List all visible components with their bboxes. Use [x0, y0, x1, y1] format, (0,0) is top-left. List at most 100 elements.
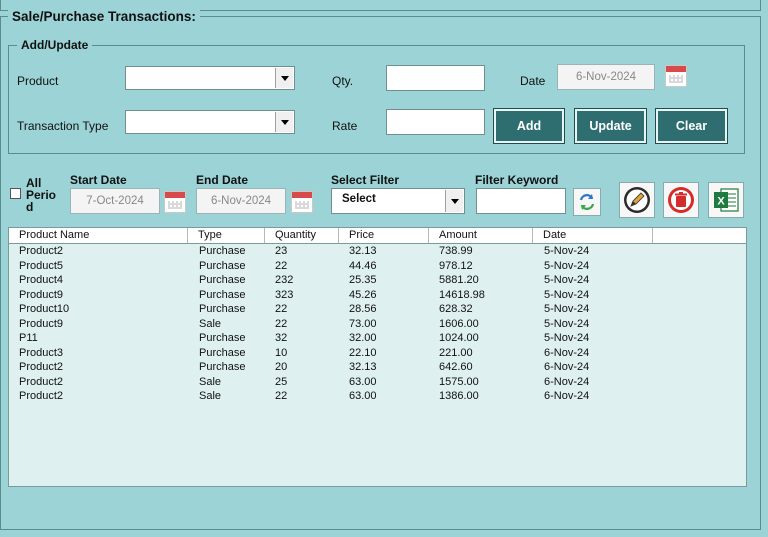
refresh-icon [579, 194, 595, 210]
table-cell: 628.32 [439, 303, 473, 315]
refresh-button[interactable] [573, 188, 601, 216]
end-date-label: End Date [196, 173, 249, 187]
table-cell: Purchase [199, 288, 246, 301]
table-cell: 232 [275, 274, 294, 286]
table-cell: 22 [275, 317, 288, 330]
table-row[interactable]: Product2 Purchase 23 32.13 738.99 5-Nov-24 [9, 244, 746, 259]
table-cell: 1575.00 [439, 375, 479, 388]
table-cell: 14618.98 [439, 288, 485, 301]
table-cell: Purchase [199, 245, 246, 257]
table-cell: 6-Nov-24 [544, 361, 590, 373]
table-cell: Purchase [199, 361, 246, 373]
table-cell: 63.00 [349, 375, 377, 388]
table-row[interactable]: Product2 Purchase 20 32.13 642.60 6-Nov-24 [9, 360, 746, 375]
table-cell: Product10 [19, 303, 70, 315]
rate-label: Rate [332, 119, 358, 133]
table-row[interactable]: Product4 Purchase 232 25.35 5881.20 5-Nov-24 [9, 273, 746, 288]
table-cell: Product9 [19, 317, 64, 330]
edit-button[interactable] [619, 182, 655, 218]
qty-input[interactable] [386, 65, 485, 91]
table-cell: 73.00 [349, 317, 377, 330]
table-row[interactable]: Product9 Sale 22 73.00 1606.00 5-Nov-24 [9, 317, 746, 332]
table-cell: Purchase [199, 332, 246, 344]
transaction-type-combo[interactable] [125, 110, 295, 134]
all-period-label[interactable]: All Perio d [26, 177, 56, 213]
table-cell: 44.46 [349, 259, 377, 272]
table-cell: 6-Nov-24 [544, 390, 590, 402]
table-cell: Product2 [19, 361, 64, 373]
select-filter-value: Select [342, 193, 376, 205]
table-cell: 5-Nov-24 [544, 332, 590, 344]
table-cell: 5-Nov-24 [544, 288, 590, 301]
table-cell: 22 [275, 259, 288, 272]
delete-button[interactable] [663, 182, 699, 218]
table-cell: Product5 [19, 259, 64, 272]
chevron-down-icon[interactable] [275, 68, 293, 88]
update-button[interactable]: Update [574, 108, 647, 144]
table-cell: 323 [275, 288, 294, 301]
chevron-down-icon[interactable] [275, 112, 293, 132]
column-header[interactable]: Date [533, 228, 653, 243]
table-cell: Sale [199, 390, 222, 402]
table-cell: Product3 [19, 346, 64, 359]
calendar-icon[interactable] [291, 191, 313, 213]
clear-button[interactable]: Clear [655, 108, 728, 144]
column-header[interactable]: Type [188, 228, 265, 243]
table-cell: 10 [275, 346, 288, 359]
column-header[interactable]: Quantity [265, 228, 339, 243]
column-header[interactable]: Price [339, 228, 429, 243]
table-cell: Purchase [199, 259, 246, 272]
table-cell: 32.13 [349, 245, 377, 257]
table-cell: 23 [275, 245, 288, 257]
table-cell: Product2 [19, 245, 64, 257]
column-header[interactable]: Product Name [9, 228, 188, 243]
start-date-field[interactable]: 7-Oct-2024 [70, 188, 160, 214]
table-cell: 22.10 [349, 346, 377, 359]
table-cell: 45.26 [349, 288, 377, 301]
table-cell: 22 [275, 303, 288, 315]
filter-keyword-input[interactable] [476, 188, 566, 214]
table-cell: 5-Nov-24 [544, 259, 590, 272]
table-cell: 6-Nov-24 [544, 375, 590, 388]
table-row[interactable]: Product10 Purchase 22 28.56 628.32 5-Nov-24 [9, 302, 746, 317]
table-cell: P11 [19, 332, 38, 344]
table-cell: 25.35 [349, 274, 377, 286]
add-update-title: Add/Update [17, 38, 93, 52]
table-cell: Product9 [19, 288, 64, 301]
table-cell: 5-Nov-24 [544, 274, 590, 286]
product-combo[interactable] [125, 66, 295, 90]
table-cell: 32.13 [349, 361, 377, 373]
date-field[interactable]: 6-Nov-2024 [557, 64, 655, 90]
rate-input[interactable] [386, 109, 485, 135]
all-period-checkbox[interactable] [10, 188, 21, 199]
table-cell: 28.56 [349, 303, 377, 315]
svg-text:X: X [717, 196, 725, 208]
table-cell: Product2 [19, 375, 64, 388]
end-date-field[interactable]: 6-Nov-2024 [196, 188, 286, 214]
transactions-table[interactable]: Product Name Type Quantity Price Amount … [8, 227, 747, 487]
select-filter-label: Select Filter [331, 173, 400, 187]
delete-icon [668, 187, 694, 213]
add-button[interactable]: Add [493, 108, 565, 144]
calendar-icon[interactable] [665, 65, 687, 87]
calendar-icon[interactable] [164, 191, 186, 213]
table-row[interactable]: P11 Purchase 32 32.00 1024.00 5-Nov-24 [9, 331, 746, 346]
table-cell: 738.99 [439, 245, 473, 257]
table-row[interactable]: Product5 Purchase 22 44.46 978.12 5-Nov-24 [9, 259, 746, 274]
table-cell: 32.00 [349, 332, 377, 344]
table-row[interactable]: Product3 Purchase 10 22.10 221.00 6-Nov-24 [9, 346, 746, 361]
column-header[interactable]: Amount [429, 228, 533, 243]
transactions-title: Sale/Purchase Transactions: [8, 9, 200, 24]
table-cell: 1386.00 [439, 390, 479, 402]
table-cell: 642.60 [439, 361, 473, 373]
table-row[interactable]: Product9 Purchase 323 45.26 14618.98 5-Nov-24 [9, 288, 746, 303]
table-cell: 978.12 [439, 259, 473, 272]
export-excel-button[interactable]: X [708, 182, 744, 218]
table-cell: Sale [199, 375, 222, 388]
table-row[interactable]: Product2 Sale 22 63.00 1386.00 6-Nov-24 [9, 389, 746, 404]
chevron-down-icon[interactable] [445, 190, 463, 212]
table-cell: 5-Nov-24 [544, 303, 590, 315]
select-filter-combo[interactable]: Select [331, 188, 465, 214]
table-row[interactable]: Product2 Sale 25 63.00 1575.00 6-Nov-24 [9, 375, 746, 390]
table-cell: 5881.20 [439, 274, 479, 286]
